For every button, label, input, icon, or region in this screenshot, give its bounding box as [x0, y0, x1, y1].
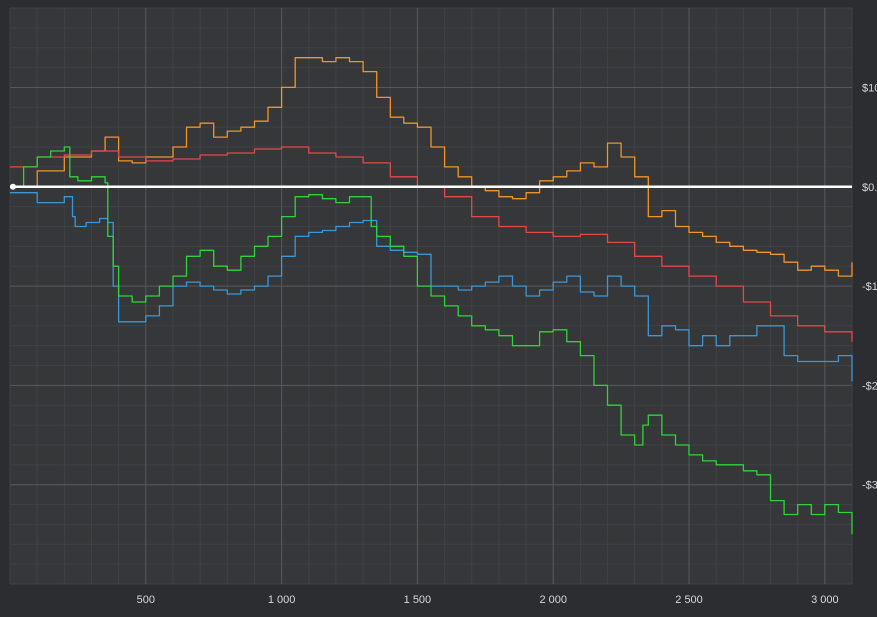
x-tick-label: 1 000 [268, 594, 296, 606]
x-tick-label: 2 000 [539, 594, 567, 606]
y-tick-label: -$3 [862, 480, 877, 492]
y-tick-label: -$1 [862, 281, 877, 293]
chart-root: 500 1 000 1 500 2 000 2 500 3 000 $10 $0. -$1 -$2… [0, 0, 877, 617]
x-tick-label: 3 000 [811, 594, 839, 606]
x-tick-label: 2 500 [675, 594, 703, 606]
x-tick-label: 1 500 [404, 594, 432, 606]
x-tick-label: 500 [137, 594, 155, 606]
line-chart: 500 1 000 1 500 2 000 2 500 3 000 $10 $0. -$1 -$2… [9, 7, 877, 606]
y-tick-label: $0. [862, 182, 877, 194]
y-tick-label: $10 [862, 82, 877, 94]
y-tick-label: -$2 [862, 380, 877, 392]
baseline-marker [10, 183, 16, 190]
